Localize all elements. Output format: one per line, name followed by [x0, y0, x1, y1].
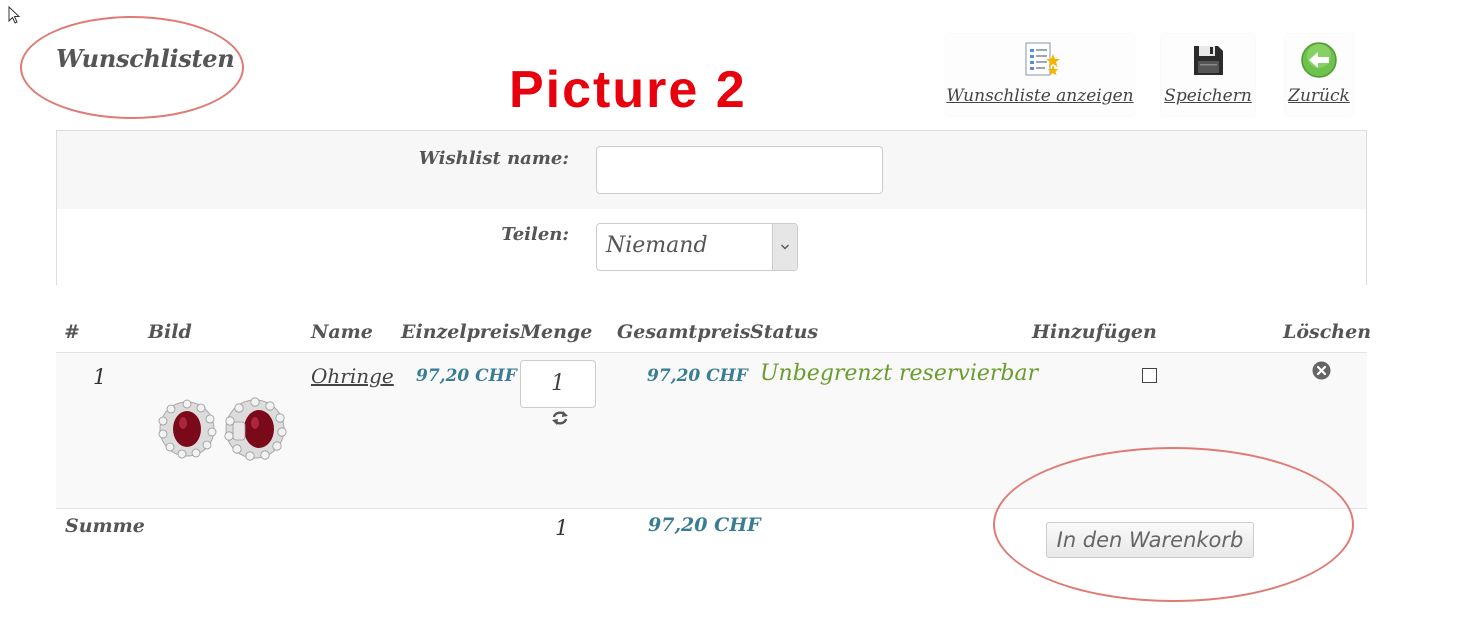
- header-name: Name: [311, 321, 373, 343]
- summary-label: Summe: [65, 515, 145, 537]
- total-price: 97,20 CHF: [647, 366, 748, 386]
- mouse-cursor-icon: [8, 6, 21, 24]
- annotation-label: Picture 2: [509, 61, 747, 119]
- wishlist-form: Wishlist name: Teilen: Niemand: [56, 130, 1367, 285]
- select-arrow[interactable]: [772, 224, 797, 270]
- summary-total: 97,20 CHF: [648, 514, 761, 536]
- header-add: Hinzufügen: [1032, 321, 1157, 343]
- save-button[interactable]: Speichern: [1161, 34, 1255, 116]
- earring-right: [224, 397, 287, 461]
- show-wishlist-label: Wunschliste anzeigen: [946, 86, 1134, 106]
- row-index: 1: [93, 365, 107, 389]
- earrings-image: [158, 397, 287, 461]
- save-label: Speichern: [1164, 86, 1252, 106]
- unit-price: 97,20 CHF: [416, 366, 517, 386]
- share-selected-value: Niemand: [606, 233, 708, 258]
- summary-quantity: 1: [555, 516, 569, 540]
- header-quantity: Menge: [520, 321, 593, 343]
- quantity-input[interactable]: 1: [520, 360, 596, 408]
- earring-left: [158, 399, 217, 459]
- back-arrow-icon: [1301, 42, 1337, 78]
- header-total-price: Gesamtpreis: [617, 321, 751, 343]
- share-select[interactable]: Niemand: [596, 223, 798, 271]
- share-row: Teilen: Niemand: [57, 209, 1366, 285]
- add-to-cart-checkbox[interactable]: [1142, 368, 1157, 383]
- floppy-disk-icon: [1194, 46, 1223, 75]
- back-button[interactable]: Zurück: [1285, 34, 1353, 116]
- status-text: Unbegrenzt reservierbar: [760, 361, 1039, 386]
- header-image: Bild: [148, 321, 192, 343]
- header-index: #: [64, 321, 80, 343]
- header-status: Status: [750, 321, 819, 343]
- share-label: Teilen:: [501, 224, 569, 245]
- header-delete: Löschen: [1283, 321, 1372, 343]
- back-label: Zurück: [1288, 86, 1350, 106]
- annotation-ellipse-title: [20, 16, 244, 119]
- wishlist-name-input[interactable]: [596, 146, 883, 194]
- annotation-ellipse-cart: [993, 447, 1354, 602]
- header-unit-price: Einzelpreis: [401, 321, 520, 343]
- list-star-icon: [1025, 42, 1060, 76]
- delete-icon[interactable]: [1312, 361, 1331, 380]
- chevron-down-icon: [781, 244, 789, 250]
- product-name-link[interactable]: Ohringe: [311, 364, 394, 388]
- refresh-icon[interactable]: [550, 408, 570, 428]
- wishlist-name-label: Wishlist name:: [418, 148, 569, 169]
- show-wishlist-button[interactable]: Wunschliste anzeigen: [946, 34, 1134, 116]
- wishlist-name-row: Wishlist name:: [57, 131, 1366, 210]
